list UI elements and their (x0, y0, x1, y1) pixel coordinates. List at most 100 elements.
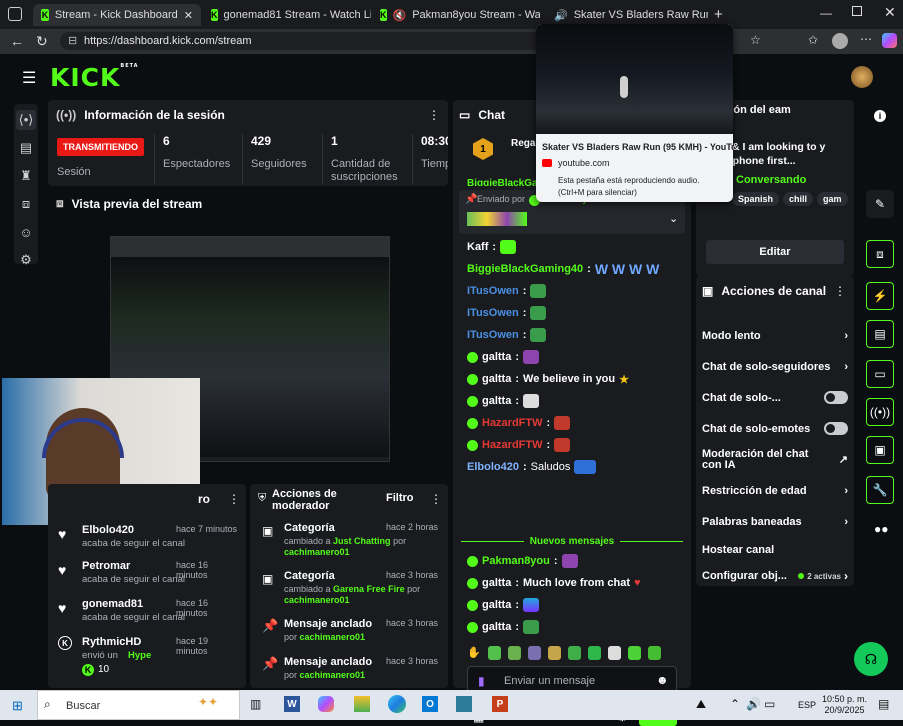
emote-icon (523, 394, 540, 408)
tab-title: Stream - Kick Dashboard (54, 9, 178, 21)
action-subs-only[interactable]: Chat de solo-... (702, 382, 848, 413)
network-icon[interactable]: ▭ (764, 697, 775, 711)
taskbar-search[interactable]: ⌕ Buscar ✦✦ (37, 690, 240, 720)
channel-actions-menu-icon[interactable]: ⋮ (834, 284, 846, 298)
emote-icon[interactable] (647, 646, 661, 660)
stream-nav-icon[interactable]: ⟨•⟩ (16, 110, 36, 130)
emote-icon[interactable] (507, 646, 521, 660)
action-banned-words[interactable]: Palabras baneadas › (702, 506, 848, 537)
speaker-icon[interactable]: 🔊 (554, 9, 568, 22)
support-chat-button[interactable]: ☊ (854, 642, 888, 676)
action-age-restriction[interactable]: Restricción de edad › (702, 475, 848, 506)
edge-app-icon[interactable] (388, 695, 406, 713)
clips-icon[interactable]: ⧈ (866, 240, 894, 268)
tab-actions-icon[interactable] (8, 7, 22, 21)
mod-menu-icon[interactable]: ⋮ (430, 492, 442, 506)
emote-icon[interactable] (547, 646, 561, 660)
hand-icon[interactable]: ✋ (467, 646, 481, 660)
stacked-app-icon[interactable] (354, 696, 370, 712)
mic-icon[interactable]: ▮ (478, 674, 485, 688)
toggle-switch[interactable] (824, 422, 848, 435)
layout-icon[interactable]: ▣ (866, 436, 894, 464)
edit-pencil-icon[interactable]: ✎ (866, 190, 894, 218)
action-ai-moderation[interactable]: Moderación del chat con IA ↗ (702, 444, 848, 475)
favorite-icon[interactable]: ☆ (750, 33, 761, 47)
task-view-icon[interactable]: ▥ (250, 697, 261, 711)
more-menu-icon[interactable]: ⋯ (860, 32, 872, 46)
emote-icon[interactable] (487, 646, 501, 660)
kick-logo[interactable]: KICKBETA (50, 63, 139, 92)
menu-icon[interactable]: ☰ (22, 68, 36, 88)
tag[interactable]: Spanish (732, 192, 780, 206)
minimize-icon[interactable]: — (820, 6, 832, 20)
kick-favicon-icon: K (41, 9, 49, 21)
emote-icon[interactable] (627, 646, 641, 660)
community-nav-icon[interactable]: ☺ (16, 222, 36, 242)
trophy-nav-icon[interactable]: ♜ (16, 166, 36, 186)
copilot-icon[interactable] (882, 33, 897, 48)
favorites-bar-icon[interactable]: ✩ (808, 33, 818, 47)
emote-icon[interactable] (587, 646, 601, 660)
action-followers-only[interactable]: Chat de solo-seguidores › (702, 351, 848, 382)
info-icon[interactable]: i (874, 110, 886, 122)
emote-icon[interactable] (607, 646, 621, 660)
session-menu-icon[interactable]: ⋮ (428, 108, 440, 122)
tag[interactable]: gam (817, 192, 848, 206)
copilot-app-icon[interactable] (318, 696, 334, 712)
input-language[interactable]: ESP (798, 700, 816, 710)
tab-kick-dashboard[interactable]: K Stream - Kick Dashboard ✕ (33, 4, 201, 26)
settings-nav-icon[interactable]: ⚙ (16, 250, 36, 270)
analytics-nav-icon[interactable]: ▤ (16, 138, 36, 158)
notifications-icon[interactable]: ▤ (878, 697, 889, 711)
show-hidden-icons[interactable]: ⌃ (730, 697, 740, 711)
speaker-muted-icon[interactable]: 🔇 (393, 9, 407, 22)
notes-icon[interactable]: ▤ (866, 320, 894, 348)
new-tab-icon[interactable]: + (714, 6, 723, 23)
chat-message: ITusOwen: (467, 302, 687, 324)
maximize-icon[interactable] (852, 6, 862, 16)
back-icon[interactable]: ← (10, 33, 24, 49)
chat-icon: ▭ (459, 108, 471, 122)
emoji-icon[interactable]: ☻ (656, 673, 669, 687)
powerpoint-app-icon[interactable]: P (492, 696, 508, 712)
taskbar-clock[interactable]: 10:50 p. m. 20/9/2025 (822, 694, 867, 716)
session-label: Sesión (57, 166, 91, 178)
emote-icon[interactable] (567, 646, 581, 660)
category-icon: ▣ (262, 572, 274, 586)
tools-icon[interactable]: 🔧 (866, 476, 894, 504)
tab-pakman8you[interactable]: K 🔇 Pakman8you Stream - Watc (372, 4, 540, 26)
outlook-app-icon[interactable]: O (422, 696, 438, 712)
tab-gonemad81[interactable]: K gonemad81 Stream - Watch Live (203, 4, 371, 26)
action-host-channel[interactable]: Hostear canal (702, 537, 848, 563)
action-emotes-only[interactable]: Chat de solo-emotes (702, 413, 848, 444)
edit-button[interactable]: Editar (706, 240, 844, 264)
profile-avatar[interactable] (832, 33, 848, 49)
windows-start-icon[interactable]: ⊞ (12, 698, 23, 714)
emote-icon[interactable] (527, 646, 541, 660)
action-configure-goals[interactable]: Configurar obj... 2 activas › (702, 563, 848, 589)
session-info-header: ((•)) Información de la sesión (56, 108, 225, 122)
volume-icon[interactable]: 🔊 (746, 697, 761, 711)
lightning-icon[interactable]: ⚡ (866, 282, 894, 310)
expand-chevron-icon[interactable]: ⌄ (669, 212, 678, 225)
reload-icon[interactable]: ↻ (36, 33, 48, 50)
heart-icon: ♥ (58, 562, 67, 578)
clips-nav-icon[interactable]: ⧈ (16, 194, 36, 214)
word-app-icon[interactable]: W (284, 696, 300, 712)
close-tab-icon[interactable]: ✕ (184, 9, 193, 22)
toggle-switch[interactable] (824, 391, 848, 404)
tag[interactable]: chill (783, 192, 814, 206)
close-window-icon[interactable]: ✕ (884, 4, 896, 21)
user-avatar[interactable] (851, 66, 873, 88)
chat-bubble-icon[interactable]: ▭ (866, 360, 894, 388)
weather-icon[interactable]: ⛰ (696, 697, 706, 712)
tab-youtube[interactable]: 🔊 Skater VS Bladers Raw Run ( (540, 4, 708, 26)
filter-button[interactable]: Filtro (386, 492, 414, 504)
audio-app-icon[interactable] (456, 696, 472, 712)
site-info-icon[interactable]: ⊟ (68, 34, 77, 47)
live-badge: TRANSMITIENDO (57, 138, 144, 156)
shapes-icon[interactable]: ●● (874, 522, 889, 536)
action-slow-mode[interactable]: Modo lento › (702, 320, 848, 351)
broadcast-rail-icon[interactable]: ((•)) (866, 398, 894, 426)
activity-menu-icon[interactable]: ⋮ (228, 492, 240, 506)
